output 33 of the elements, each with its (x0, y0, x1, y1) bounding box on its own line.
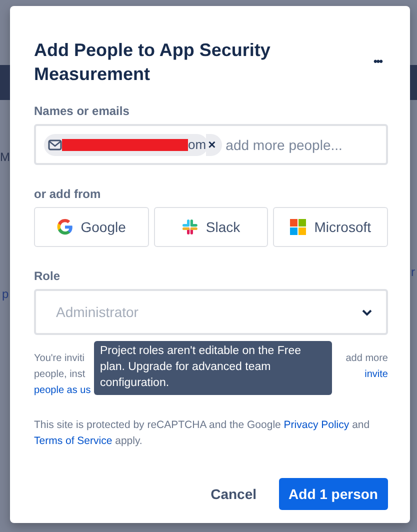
nav-bar (0, 65, 10, 100)
chevron-down-icon (362, 308, 372, 316)
microsoft-button[interactable]: Microsoft (273, 207, 388, 247)
terms-link[interactable]: Terms of Service (34, 435, 112, 447)
mail-icon (48, 138, 62, 150)
google-button[interactable]: Google (34, 207, 149, 247)
background-text: M (0, 150, 10, 164)
notice-text: You're inviti (34, 352, 84, 366)
names-field[interactable]: om× add more people... (34, 124, 388, 165)
notice-text: add more (346, 352, 388, 366)
remove-button[interactable]: × (206, 134, 222, 156)
background-text: r (411, 265, 415, 279)
tooltip: Project roles aren't editable on the Free plan. Upgrade for advanced team configuration. (94, 341, 332, 395)
field-label: Role (34, 269, 62, 283)
role-select: Administrator (34, 289, 388, 335)
background-text: p (2, 287, 9, 301)
field-label: Names or emails (34, 104, 130, 118)
recaptcha-notice: This site is protected by reCAPTCHA and the Google Privacy Policy and Terms of Service apply. (34, 418, 371, 449)
section-label: or add from (34, 187, 102, 201)
invite-link[interactable]: people as us (34, 383, 91, 399)
google-icon (56, 219, 73, 235)
cancel-button[interactable]: Cancel (196, 478, 271, 510)
dialog-title: Add People to App Security Measurement (34, 39, 272, 86)
windows-grid-icon (290, 219, 306, 235)
slack-icon (182, 219, 198, 235)
email-chip: om (44, 134, 208, 156)
invite-link[interactable]: invite (364, 367, 388, 383)
add-person-button[interactable]: Add 1 person (278, 478, 388, 510)
more-button[interactable]: ••• (367, 38, 388, 68)
privacy-policy-link[interactable]: Privacy Policy (284, 419, 350, 431)
slack-button[interactable]: Slack (154, 207, 268, 247)
notice-text: people, inst (34, 368, 86, 382)
nav-bar (410, 65, 417, 100)
